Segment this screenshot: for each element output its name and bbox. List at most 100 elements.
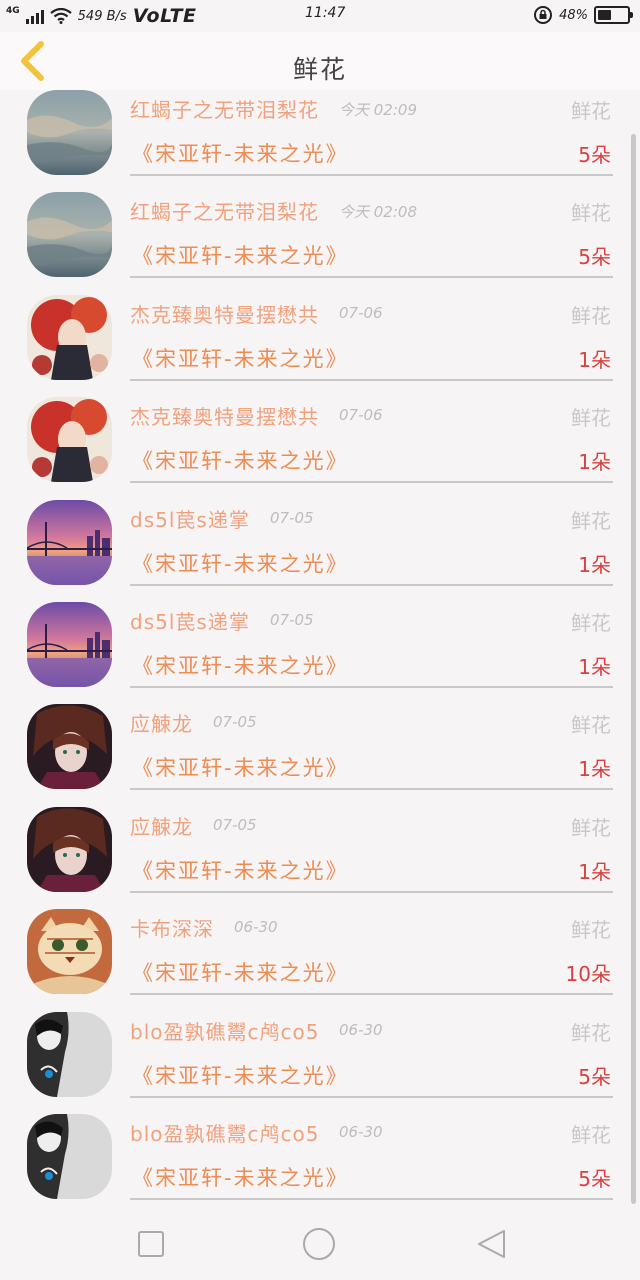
gift-type-label: 鲜花 — [571, 611, 611, 635]
flower-count: 1朵 — [578, 655, 611, 679]
timestamp: 06-30 — [339, 1123, 383, 1141]
flower-count: 1朵 — [578, 757, 611, 782]
volte-indicator: VoLTE — [132, 5, 197, 27]
gift-title: 《宋亚轩-未来之光》 — [132, 1063, 349, 1088]
list-item[interactable]: 杰克臻奥特曼摆懋共 07-06 鲜花 《宋亚轩-未来之光》 1朵 — [0, 397, 625, 499]
avatar[interactable] — [27, 602, 112, 687]
gift-type-label: 鲜花 — [571, 406, 611, 431]
timestamp: 07-05 — [213, 713, 257, 732]
sender-name[interactable]: 杰克臻奥特曼摆懋共 — [130, 401, 319, 430]
avatar[interactable] — [27, 806, 112, 892]
timestamp: 06-30 — [234, 918, 278, 937]
row-divider — [130, 583, 613, 586]
nav-back-button[interactable] — [475, 1227, 509, 1261]
timestamp: 07-05 — [270, 508, 314, 527]
row-divider — [130, 481, 613, 484]
sender-name[interactable]: 杰克臻奥特曼摆懋共 — [130, 299, 319, 328]
list-item[interactable]: 应觫龙 07-05 鲜花 《宋亚轩-未来之光》 1朵 — [0, 704, 625, 806]
wifi-icon — [49, 8, 72, 24]
sender-name[interactable]: ds5l苠s递掌 — [130, 504, 250, 533]
timestamp: 06-30 — [339, 1020, 383, 1039]
status-left: 4G 549 B/s VoLTE — [6, 5, 196, 27]
flower-count: 5朵 — [578, 1064, 611, 1089]
home-button[interactable] — [302, 1227, 336, 1261]
gift-title: 《宋亚轩-未来之光》 — [132, 346, 349, 371]
list-item[interactable]: 应觫龙 07-05 鲜花《宋亚轩-未来之光》 1朵 — [0, 806, 625, 909]
row-divider — [130, 378, 613, 381]
row-divider — [130, 686, 613, 688]
gift-type-label: 鲜花 — [571, 815, 611, 840]
flower-count: 1朵 — [578, 552, 611, 577]
avatar[interactable] — [27, 499, 112, 585]
list-item[interactable]: ds5l苠s递掌 07-05 鲜花《宋亚轩-未来之光》 1朵 — [0, 499, 625, 602]
scrollbar[interactable] — [631, 134, 636, 1204]
timestamp: 07-05 — [270, 611, 314, 629]
list-item[interactable]: ds5l苠s递掌 07-05 鲜花《宋亚轩-未来之光》 1朵 — [0, 602, 625, 704]
network-speed: 549 B/s — [77, 8, 127, 24]
square-icon — [138, 1231, 164, 1257]
timestamp: 07-06 — [339, 406, 383, 425]
flower-count: 1朵 — [578, 347, 611, 372]
gift-title: 《宋亚轩-未来之光》 — [132, 654, 349, 678]
gift-title: 《宋亚轩-未来之光》 — [132, 449, 349, 474]
avatar[interactable] — [27, 192, 112, 278]
status-time: 11:47 — [305, 5, 346, 21]
gift-title: 《宋亚轩-未来之光》 — [132, 551, 349, 576]
sender-name[interactable]: blo盈孰礁鬻c鸬co5 — [130, 1016, 319, 1045]
avatar[interactable] — [27, 704, 112, 790]
avatar[interactable] — [27, 1011, 112, 1097]
gift-type-label: 鲜花 — [571, 508, 611, 533]
sender-name[interactable]: 红蝎子之无带泪梨花 — [130, 196, 319, 225]
status-right: 48% — [533, 5, 633, 25]
list-item[interactable]: blo盈孰礁鬻c鸬co5 06-30 鲜花《宋亚轩-未来之光》 5朵 — [0, 1114, 625, 1205]
gift-title: 《宋亚轩-未来之光》 — [132, 244, 349, 269]
sender-name[interactable]: 红蝎子之无带泪梨花 — [130, 94, 319, 123]
flower-count: 1朵 — [578, 859, 611, 884]
system-nav-bar — [0, 1205, 640, 1280]
gift-type-label: 鲜花 — [571, 1020, 611, 1045]
sender-name[interactable]: blo盈孰礁鬻c鸬co5 — [130, 1118, 319, 1147]
sender-name[interactable]: 应觫龙 — [130, 811, 193, 840]
gift-title: 《宋亚轩-未来之光》 — [132, 756, 349, 781]
gift-type-label: 鲜花 — [571, 99, 611, 123]
flower-gift-list[interactable]: 红蝎子之无带泪梨花 今天 02:09 鲜花 《宋亚轩-未来之光》 5朵 红蝎子之无带泪梨花… — [0, 90, 640, 1205]
list-item[interactable]: blo盈孰礁鬻c鸬co5 06-30 鲜花《宋亚轩-未来之光》 5朵 — [0, 1011, 625, 1114]
battery-level — [598, 10, 612, 20]
gift-type-label: 鲜花 — [571, 201, 611, 226]
timestamp: 今天 02:08 — [339, 203, 417, 222]
flower-count: 10朵 — [565, 962, 611, 987]
sender-name[interactable]: 应觫龙 — [130, 708, 193, 737]
flower-count: 5朵 — [578, 1167, 611, 1191]
sender-name[interactable]: 卡布深深 — [130, 913, 214, 942]
avatar[interactable] — [27, 1114, 112, 1199]
timestamp: 今天 02:09 — [339, 101, 417, 119]
sender-name[interactable]: ds5l苠s递掌 — [130, 606, 250, 635]
recents-button[interactable] — [134, 1227, 168, 1261]
timestamp: 07-05 — [213, 815, 257, 834]
battery-icon — [594, 6, 633, 24]
gift-type-label: 鲜花 — [571, 1123, 611, 1147]
list-item[interactable]: 红蝎子之无带泪梨花 今天 02:09 鲜花 《宋亚轩-未来之光》 5朵 — [0, 90, 625, 192]
list-item[interactable]: 卡布深深 06-30 鲜花《宋亚轩-未来之光》 10朵 — [0, 909, 625, 1011]
flower-count: 5朵 — [578, 245, 611, 270]
gift-type-label: 鲜花 — [571, 918, 611, 943]
row-divider — [130, 1095, 613, 1098]
network-type: 4G — [6, 6, 20, 16]
gift-title: 《宋亚轩-未来之光》 — [132, 961, 349, 986]
row-divider — [130, 1198, 613, 1200]
page-title: 鲜花 — [292, 55, 347, 84]
list-item[interactable]: 杰克臻奥特曼摆懋共 07-06 鲜花 《宋亚轩-未来之光》 1朵 — [0, 294, 625, 397]
row-divider — [130, 993, 613, 996]
gift-title: 《宋亚轩-未来之光》 — [132, 858, 349, 883]
row-divider — [130, 276, 613, 279]
avatar[interactable] — [27, 909, 112, 995]
gift-type-label: 鲜花 — [571, 303, 611, 328]
flower-count: 5朵 — [578, 143, 611, 167]
status-bar: 4G 549 B/s VoLTE 11:47 48% — [0, 0, 640, 32]
gift-title: 《宋亚轩-未来之光》 — [132, 1166, 349, 1190]
avatar[interactable] — [27, 294, 112, 380]
list-item[interactable]: 红蝎子之无带泪梨花 今天 02:08 鲜花《宋亚轩-未来之光》 5朵 — [0, 192, 625, 294]
rotation-lock-icon — [534, 6, 553, 24]
avatar[interactable] — [27, 397, 112, 483]
avatar[interactable] — [27, 90, 112, 175]
